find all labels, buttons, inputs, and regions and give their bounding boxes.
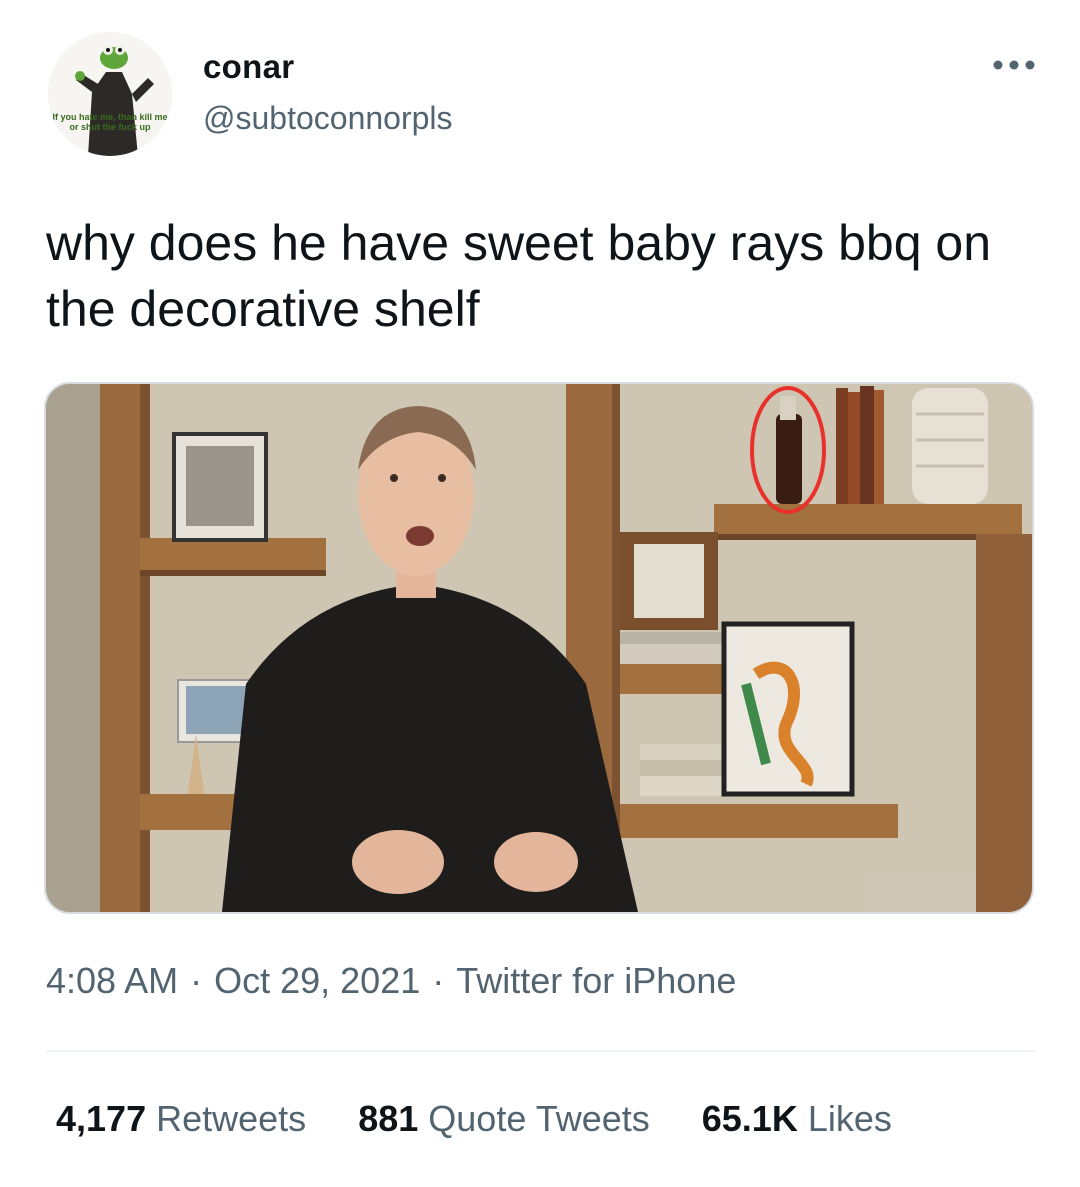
divider — [46, 1050, 1036, 1052]
avatar[interactable]: If you hate me, than kill me or shut the… — [48, 32, 172, 156]
more-options-button[interactable] — [988, 50, 1040, 80]
user-handle[interactable]: @subtoconnorpls — [203, 100, 453, 137]
likes-label: Likes — [807, 1098, 892, 1139]
meta-separator: · — [190, 960, 203, 1001]
quote-tweets-count: 881 — [358, 1098, 419, 1139]
tweet-time[interactable]: 4:08 AM — [46, 960, 178, 1001]
tweet-timestamp: 4:08 AM · Oct 29, 2021 · Twitter for iPhone — [46, 960, 736, 1002]
likes-count: 65.1K — [701, 1098, 798, 1139]
avatar-caption-line2: or shut the fuck up — [69, 122, 151, 132]
tweet-source[interactable]: Twitter for iPhone — [456, 960, 736, 1001]
retweets-label: Retweets — [156, 1098, 307, 1139]
quote-tweets-label: Quote Tweets — [428, 1098, 650, 1139]
more-horizontal-icon — [993, 60, 1035, 70]
kermit-avatar-icon — [48, 32, 172, 156]
tweet-photo — [46, 384, 1032, 912]
meta-separator: · — [432, 960, 445, 1001]
quote-tweets-stat[interactable]: 881 Quote Tweets — [358, 1098, 650, 1140]
display-name[interactable]: conar — [203, 48, 294, 86]
avatar-caption-line1: If you hate me, than kill me — [52, 112, 168, 122]
tweet-text: why does he have sweet baby rays bbq on … — [46, 215, 992, 337]
tweet-media[interactable] — [44, 382, 1034, 914]
tweet-date[interactable]: Oct 29, 2021 — [214, 960, 420, 1001]
retweets-stat[interactable]: 4,177 Retweets — [56, 1098, 306, 1140]
likes-stat[interactable]: 65.1K Likes — [702, 1098, 892, 1140]
retweets-count: 4,177 — [56, 1098, 147, 1139]
tweet-stats: 4,177 Retweets 881 Quote Tweets 65.1K Li… — [56, 1098, 892, 1140]
